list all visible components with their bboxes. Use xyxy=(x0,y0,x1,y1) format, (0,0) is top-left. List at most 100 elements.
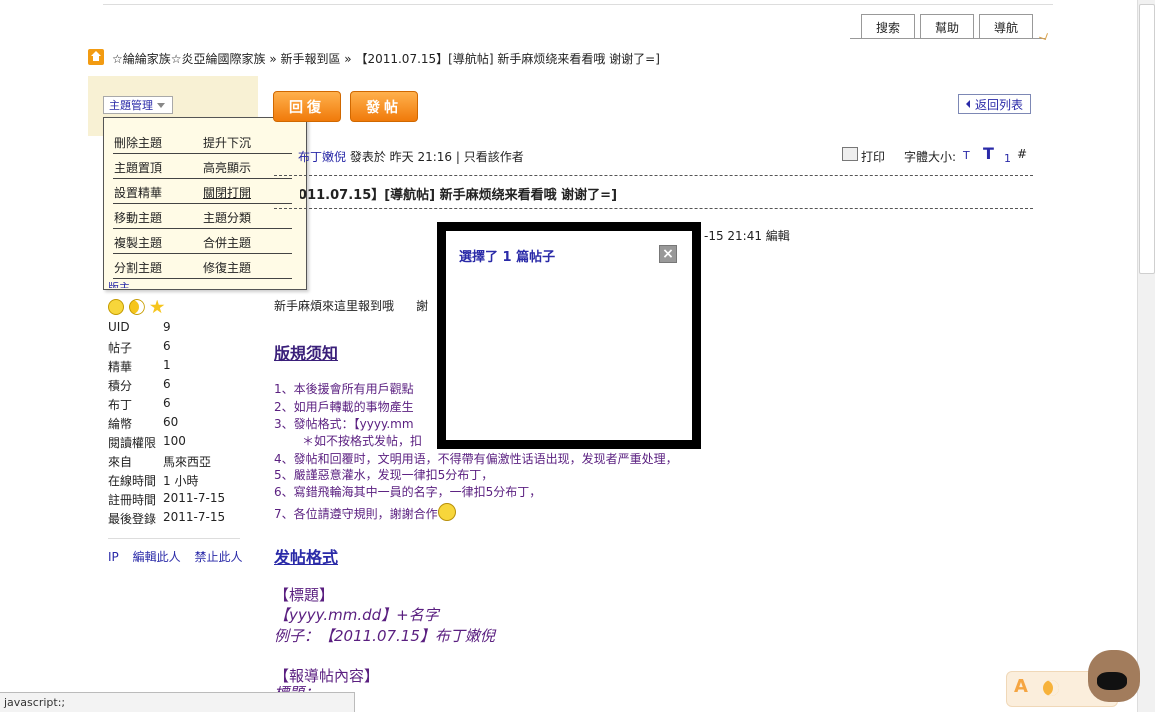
menu-divider xyxy=(113,178,292,179)
post-greeting: 新手麻煩來這里報到哦 謝 xyxy=(274,297,428,314)
moon-icon xyxy=(1043,680,1059,696)
rules-heading: 版規须知 xyxy=(274,344,339,363)
stat-key: 布丁 xyxy=(108,398,133,412)
menu-merge-topic[interactable]: 合併主題 xyxy=(203,234,251,251)
menu-divider xyxy=(113,228,292,229)
floor-number: 1 xyxy=(1004,152,1011,165)
post-title: 【2011.07.15】[導航帖] 新手麻烦绕来看看哦 谢谢了=] xyxy=(276,188,618,203)
stat-key: 閱讀權限 xyxy=(108,436,157,450)
menu-divider xyxy=(113,153,292,154)
menu-split-topic[interactable]: 分割主題 xyxy=(114,259,162,276)
font-small-button[interactable]: T xyxy=(963,149,970,162)
stat-value: 1 xyxy=(163,358,171,372)
letter-a-icon: A xyxy=(1014,676,1028,697)
new-post-button[interactable]: 發帖 xyxy=(350,91,418,122)
stat-value: 1 小時 xyxy=(163,474,199,488)
format-line: 【報導帖內容】 xyxy=(274,667,380,685)
post-meta: 布丁嫩倪 發表於 昨天 21:16 | 只看該作者 xyxy=(298,148,524,165)
ban-user-link[interactable]: 禁止此人 xyxy=(194,550,242,564)
menu-delete-topic[interactable]: 刪除主題 xyxy=(114,134,162,151)
chevron-left-icon xyxy=(965,100,970,108)
post-meta-text: 發表於 昨天 21:16 | 只看該作者 xyxy=(349,150,524,164)
author-link[interactable]: 布丁嫩倪 xyxy=(298,150,346,164)
rule-line: 1、本後援會所有用戶觀點 xyxy=(274,382,414,396)
close-icon[interactable]: × xyxy=(659,245,677,263)
topic-manage-dropdown[interactable]: 主題管理 xyxy=(103,96,173,114)
topic-manage-menu: 刪除主題 提升下沉 主題置頂 高亮顯示 設置精華 關閉打開 移動主題 主題分類 … xyxy=(103,117,307,290)
user-group-label: 版主 xyxy=(108,282,130,288)
post-permalink[interactable]: # xyxy=(1017,147,1027,161)
rule-line: 2、如用戶轉載的事物產生 xyxy=(274,400,414,414)
stat-key: 綸幣 xyxy=(108,417,133,431)
back-to-list-button[interactable]: 返回列表 xyxy=(958,94,1031,114)
guide-tab[interactable]: 導航 xyxy=(979,14,1033,39)
stat-value: 2011-7-15 xyxy=(163,491,226,505)
menu-topic-category[interactable]: 主題分類 xyxy=(203,209,251,226)
stat-value: 100 xyxy=(163,434,186,448)
reply-button[interactable]: 回復 xyxy=(273,91,341,122)
rule-line: ＊如不按格式发帖，扣 xyxy=(302,434,423,448)
chevron-down-icon xyxy=(157,102,165,108)
stat-value: 2011-7-15 xyxy=(163,510,226,524)
stat-value: 6 xyxy=(163,339,171,353)
rule-text: 7、各位請遵守規則，謝謝合作 xyxy=(274,507,438,521)
user-rank-icons xyxy=(108,299,166,315)
edit-user-link[interactable]: 編輯此人 xyxy=(133,550,181,564)
stat-value: 9 xyxy=(163,320,171,334)
menu-divider xyxy=(113,203,292,204)
smile-icon xyxy=(108,299,124,315)
moon-icon xyxy=(128,299,145,315)
breadcrumb[interactable]: ☆綸綸家族☆炎亞綸國際家族 » 新手報到區 » 【2011.07.15】[導航帖… xyxy=(112,50,660,67)
print-icon[interactable] xyxy=(842,147,858,161)
status-text: javascript:; xyxy=(4,696,66,709)
home-icon[interactable] xyxy=(88,49,104,65)
stat-value: 6 xyxy=(163,377,171,391)
stat-key: 最後登錄 xyxy=(108,512,157,526)
rule-line: 4、發帖和回覆时，文明用语，不得帶有偏激性话语出现，发现者严重处理， xyxy=(274,452,678,466)
menu-bump-topic[interactable]: 提升下沉 xyxy=(203,134,251,151)
search-tab[interactable]: 搜索 xyxy=(861,14,915,39)
stat-key: 帖子 xyxy=(108,341,133,355)
menu-move-topic[interactable]: 移動主題 xyxy=(114,209,162,226)
star-icon xyxy=(149,299,165,314)
reply-button-label: 回復 xyxy=(289,99,325,116)
divider xyxy=(108,538,240,539)
format-heading: 发帖格式 xyxy=(274,548,339,567)
new-post-button-label: 發帖 xyxy=(366,99,402,116)
stat-key: 積分 xyxy=(108,379,133,393)
admin-links: IP 編輯此人 禁止此人 xyxy=(108,548,252,565)
status-bar: javascript:; xyxy=(0,692,355,712)
help-tab[interactable]: 幫助 xyxy=(920,14,974,39)
title-clip xyxy=(274,184,300,202)
ip-link[interactable]: IP xyxy=(108,550,119,564)
nav-underline xyxy=(850,38,1045,39)
smile-icon xyxy=(437,503,456,521)
format-line: 例子：【2011.07.15】布丁嫩倪 xyxy=(274,627,495,645)
rule-line: 3、發帖格式：【yyyy.mm xyxy=(274,417,414,431)
stat-key: 註冊時間 xyxy=(108,493,157,507)
menu-repair-topic[interactable]: 修復主題 xyxy=(203,259,251,276)
menu-close-open[interactable]: 關閉打開 xyxy=(203,184,251,201)
menu-highlight-topic[interactable]: 高亮顯示 xyxy=(203,159,251,176)
menu-set-digest[interactable]: 設置精華 xyxy=(114,184,162,201)
scrollbar-thumb[interactable] xyxy=(1139,4,1155,274)
rule-line: 6、寫錯飛輪海其中一員的名字，一律扣5分布丁， xyxy=(274,485,542,499)
help-tab-label: 幫助 xyxy=(934,20,959,35)
stat-key: 來自 xyxy=(108,455,133,469)
mascot-face-icon xyxy=(1097,672,1127,690)
menu-copy-topic[interactable]: 複製主題 xyxy=(114,234,162,251)
rule-line: 5、嚴謹惡意灌水，发现一律扣5分布丁， xyxy=(274,468,494,482)
menu-divider xyxy=(113,278,292,279)
format-line: 【標題】 xyxy=(274,586,335,604)
search-tab-label: 搜索 xyxy=(875,20,900,35)
menu-sticky-topic[interactable]: 主題置頂 xyxy=(114,159,162,176)
print-link[interactable]: 打印 xyxy=(861,148,885,165)
divider xyxy=(274,175,1033,176)
stat-key: 在線時間 xyxy=(108,474,157,488)
modal-title: 選擇了 1 篇帖子 xyxy=(459,250,556,265)
rule-line: 7、各位請遵守規則，謝謝合作 xyxy=(274,503,456,522)
stat-key: UID xyxy=(108,320,130,334)
stat-value: 馬來西亞 xyxy=(163,455,212,469)
greeting-tail: 謝 xyxy=(416,299,429,313)
font-large-button[interactable]: T xyxy=(983,144,994,163)
